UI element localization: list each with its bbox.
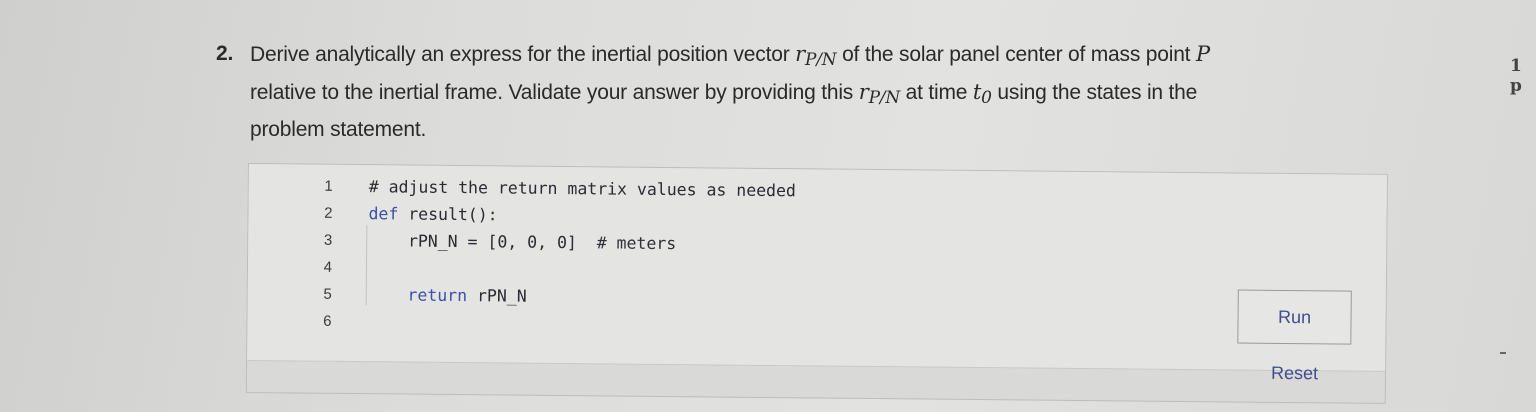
code-line-3[interactable]: rPN_N = [0, 0, 0] # meters	[368, 227, 795, 258]
code-text: rPN_N = [0, 0, 0]	[368, 231, 577, 253]
points-label: 1 p	[1510, 56, 1522, 96]
code-line-1[interactable]: # adjust the return matrix values as nee…	[369, 173, 796, 204]
line-number: 1	[324, 177, 333, 195]
r-vector-symbol: r	[795, 42, 805, 66]
q-text-seg: Derive analytically an express for the i…	[250, 43, 796, 66]
run-button[interactable]: Run	[1237, 289, 1352, 345]
line-number: 4	[323, 258, 333, 276]
question-line-1: Derive analytically an express for the i…	[250, 36, 1356, 74]
code-editor[interactable]: 1 2 3 4 5 6 # adjust the return matrix v…	[247, 164, 1387, 372]
line-number: 6	[323, 312, 332, 330]
code-line-2[interactable]: def result():	[368, 200, 795, 231]
question-number: 2.	[216, 42, 234, 65]
r-subscript: P/N	[868, 88, 901, 108]
line-number-gutter: 1 2 3 4 5 6	[307, 173, 333, 335]
q-text-seg: using the states in the	[991, 81, 1198, 104]
code-lines[interactable]: # adjust the return matrix values as nee…	[367, 173, 796, 339]
q-text-seg: at time	[900, 81, 973, 104]
q-text-seg: relative to the inertial frame. Validate…	[250, 81, 859, 104]
question-text: Derive analytically an express for the i…	[250, 36, 1356, 148]
line-number: 2	[324, 204, 333, 222]
code-line-5[interactable]: return rPN_N	[368, 281, 795, 312]
code-text: rPN_N	[466, 286, 527, 306]
reset-button[interactable]: Reset	[1265, 362, 1324, 386]
time-subscript: 0	[981, 88, 992, 108]
code-line-6[interactable]	[367, 308, 794, 339]
code-editor-panel: 1 2 3 4 5 6 # adjust the return matrix v…	[245, 163, 1388, 404]
line-number: 3	[323, 231, 333, 249]
question-line-3: problem statement.	[250, 118, 427, 141]
q-text-seg: of the solar panel center of mass point	[836, 43, 1196, 66]
r-subscript: P/N	[804, 50, 837, 70]
time-symbol: t	[972, 80, 982, 104]
keyword-def: def	[368, 204, 399, 224]
question-line-2: relative to the inertial frame. Validate…	[250, 74, 1356, 112]
margin-mark	[1500, 352, 1506, 354]
keyword-return: return	[367, 285, 468, 306]
line-number: 5	[323, 285, 332, 303]
point-symbol: P	[1195, 42, 1210, 66]
code-text: result():	[398, 204, 498, 225]
code-line-4[interactable]	[368, 254, 795, 285]
code-comment: # meters	[576, 233, 677, 254]
r-vector-symbol: r	[858, 80, 869, 104]
question-block: 2. Derive analytically an express for th…	[216, 36, 1356, 148]
